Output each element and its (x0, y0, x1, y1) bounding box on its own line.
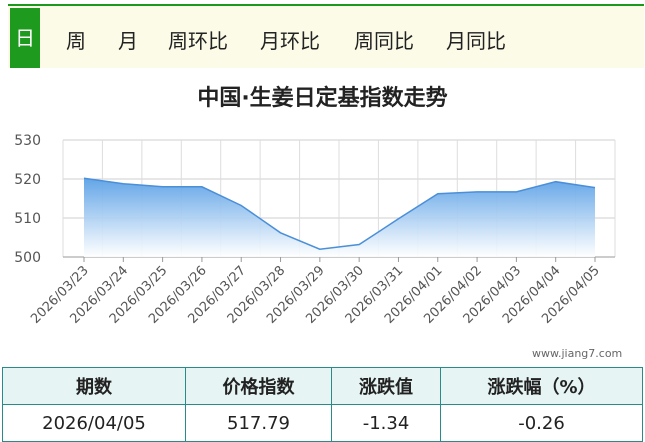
data-point (514, 190, 518, 194)
data-point (475, 190, 479, 194)
header-change-value: 涨跌值 (331, 367, 441, 405)
y-tick-label: 530 (14, 133, 41, 149)
cell-change-percent: -0.26 (440, 404, 643, 442)
header-change-percent: 涨跌幅（%） (440, 367, 643, 405)
y-tick-label: 520 (14, 172, 41, 188)
index-trend-chart: 500 510 520 530 2026/03/232026/03/242026/03… (14, 133, 616, 327)
summary-header-row: 期数 价格指数 涨跌值 涨跌幅（%） (2, 367, 643, 405)
data-point (239, 204, 243, 208)
data-point (593, 186, 597, 190)
y-tick-label: 500 (14, 250, 41, 266)
header-period: 期数 (2, 367, 186, 405)
data-point (436, 192, 440, 196)
cell-change-value: -1.34 (331, 404, 441, 442)
data-point (279, 231, 283, 235)
header-price-index: 价格指数 (185, 367, 332, 405)
watermark: www.jiang7.com (532, 347, 623, 360)
data-point (161, 185, 165, 189)
cell-price-index: 517.79 (185, 404, 332, 442)
data-point (396, 217, 400, 221)
y-tick-label: 510 (14, 211, 41, 227)
summary-data-row: 2026/04/05 517.79 -1.34 -0.26 (2, 404, 643, 442)
cell-period: 2026/04/05 (2, 404, 186, 442)
x-axis-ticks: 2026/03/232026/03/242026/03/252026/03/26… (28, 257, 603, 327)
data-point (318, 247, 322, 251)
data-point (82, 176, 86, 180)
summary-table: 期数 价格指数 涨跌值 涨跌幅（%） 2026/04/05 517.79 -1.… (2, 367, 643, 442)
data-point (357, 243, 361, 247)
data-point (554, 180, 558, 184)
data-point (200, 185, 204, 189)
y-axis-ticks: 500 510 520 530 (14, 133, 41, 266)
data-point (121, 182, 125, 186)
